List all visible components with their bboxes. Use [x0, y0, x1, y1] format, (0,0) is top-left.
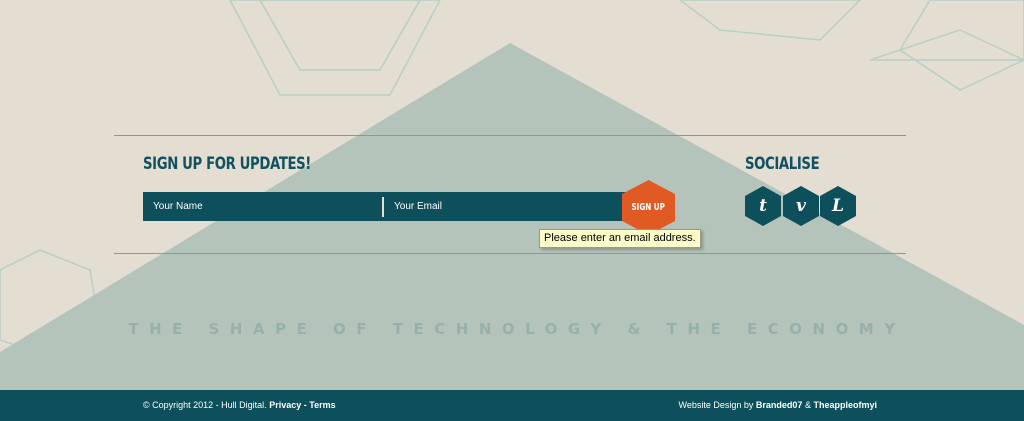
designer-link-1[interactable]: Branded07 [756, 400, 803, 410]
footer-left: © Copyright 2012 - Hull Digital. Privacy… [143, 400, 336, 410]
twitter-button[interactable]: t [745, 186, 781, 226]
bottom-divider [114, 253, 906, 254]
designer-link-2[interactable]: Theappleofmyi [813, 400, 877, 410]
design-credit-prefix: Website Design by [678, 400, 754, 410]
lanyrd-icon: L [832, 196, 844, 216]
name-input[interactable] [143, 192, 381, 221]
copyright-text: © Copyright 2012 - Hull Digital. [143, 400, 267, 410]
signup-button-label: Sign up [631, 202, 666, 213]
vimeo-button[interactable]: v [783, 186, 819, 226]
email-input[interactable] [384, 192, 624, 221]
signup-form [143, 192, 635, 221]
signup-heading: Sign up for updates! [143, 154, 311, 174]
tagline: The Shape of Technology & the Economy [128, 320, 906, 338]
link-separator: - [303, 400, 307, 410]
signup-button[interactable]: Sign up [622, 180, 675, 235]
top-divider [114, 135, 906, 136]
socialise-heading: Socialise [745, 154, 820, 174]
footer: © Copyright 2012 - Hull Digital. Privacy… [0, 390, 1024, 421]
footer-right: Website Design by Branded07 & Theappleof… [679, 400, 877, 410]
validation-tooltip: Please enter an email address. [539, 229, 701, 248]
twitter-icon: t [759, 196, 767, 216]
privacy-link[interactable]: Privacy [269, 400, 301, 410]
terms-link[interactable]: Terms [309, 400, 335, 410]
vimeo-icon: v [796, 196, 806, 216]
credit-ampersand: & [804, 400, 811, 410]
lanyrd-button[interactable]: L [820, 186, 856, 226]
